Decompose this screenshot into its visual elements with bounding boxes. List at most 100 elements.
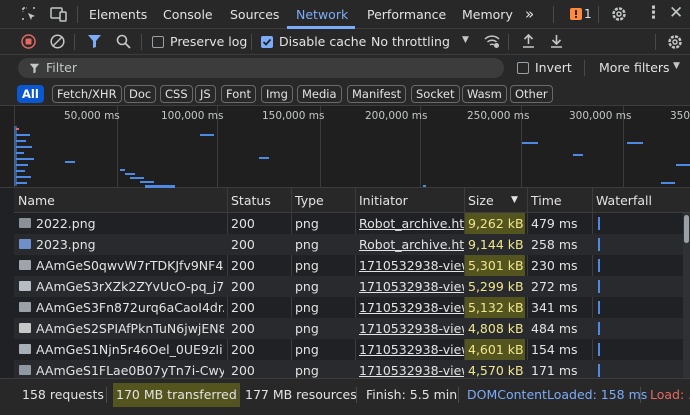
- table-row[interactable]: AAmGeS1Njn5r46Oel_0UE9zIi1... 200 png 17105…: [14, 339, 690, 360]
- request-type: png: [295, 237, 319, 252]
- issues-badge-icon[interactable]: [570, 8, 582, 20]
- throttling-select[interactable]: No throttling: [371, 34, 450, 49]
- type-filter-doc[interactable]: Doc: [124, 85, 157, 103]
- request-name: AAmGeS1Njn5r46Oel_0UE9zIi1...: [36, 342, 224, 357]
- request-name: AAmGeS3Fn872urq6aCaoI4dr...: [36, 300, 224, 315]
- more-tabs-chevron-icon[interactable]: »: [525, 0, 534, 29]
- resources-size: 177 MB resources: [245, 387, 357, 402]
- resource-type-filters: All Fetch/XHR Doc CSS JS Font Img Media …: [0, 82, 690, 106]
- preserve-log-label[interactable]: Preserve log: [170, 34, 247, 49]
- network-overview-timeline[interactable]: 50,000 ms 100,000 ms 150,000 ms 200,000 …: [0, 106, 690, 188]
- device-toolbar-icon[interactable]: [50, 6, 67, 22]
- overview-tick: 200,000 ms: [365, 110, 428, 122]
- tab-console[interactable]: Console: [163, 0, 213, 29]
- settings-gear-icon[interactable]: [611, 6, 627, 22]
- inspect-element-icon[interactable]: [21, 6, 37, 22]
- disable-cache-label[interactable]: Disable cache: [279, 34, 366, 49]
- type-filter-media[interactable]: Media: [297, 85, 342, 103]
- dom-content-loaded-time: DOMContentLoaded: 158 ms: [467, 387, 648, 402]
- request-size: 5,299 kB: [468, 279, 524, 294]
- overview-tick: 350: [670, 110, 690, 122]
- type-filter-fetch-xhr[interactable]: Fetch/XHR: [52, 85, 122, 103]
- request-initiator[interactable]: 1710532938-viewe: [355, 297, 464, 318]
- request-initiator[interactable]: 1710532938-viewe: [355, 318, 464, 339]
- tab-memory[interactable]: Memory: [462, 0, 513, 29]
- table-scrollbar[interactable]: [683, 213, 690, 378]
- column-header-time[interactable]: Time: [527, 188, 591, 213]
- tab-performance[interactable]: Performance: [367, 0, 446, 29]
- more-filters-button[interactable]: More filters: [599, 60, 670, 75]
- type-filter-js[interactable]: JS: [195, 85, 216, 103]
- table-header: Name Status Type Initiator Size ▼ Time W…: [14, 188, 690, 213]
- table-row[interactable]: AAmGeS3rXZk2ZYvUcO-pq_j7F... 200 png 171053…: [14, 276, 690, 297]
- filter-input[interactable]: Filter: [18, 58, 504, 78]
- image-thumbnail-icon: [19, 365, 31, 375]
- network-conditions-wifi-icon[interactable]: [483, 34, 501, 49]
- overview-tick: 100,000 ms: [161, 110, 224, 122]
- devtools-tab-bar: Elements Console Sources Network Perform…: [0, 0, 690, 29]
- request-size: 4,808 kB: [468, 321, 524, 336]
- column-header-initiator[interactable]: Initiator: [355, 188, 464, 213]
- preserve-log-checkbox[interactable]: [152, 36, 164, 48]
- clear-log-icon[interactable]: [50, 34, 65, 49]
- overview-tick: 150,000 ms: [262, 110, 325, 122]
- filter-input-funnel-icon: [29, 63, 40, 74]
- table-row[interactable]: 2022.png 200 png Robot_archive.htm 9,262 kB 4…: [14, 213, 690, 234]
- request-initiator[interactable]: 1710532938-viewe: [355, 276, 464, 297]
- type-filter-all[interactable]: All: [17, 85, 44, 103]
- tab-sources[interactable]: Sources: [230, 0, 279, 29]
- table-row[interactable]: AAmGeS2SPIAfPknTuN6jwjEN8... 200 png 171053…: [14, 318, 690, 339]
- table-row[interactable]: 2023.png 200 png Robot_archive.htm 9,144 kB 2…: [14, 234, 690, 255]
- request-name: AAmGeS2SPIAfPknTuN6jwjEN8...: [36, 321, 224, 336]
- more-filters-dropdown-icon[interactable]: ▼: [673, 61, 680, 71]
- image-thumbnail-icon: [19, 281, 31, 291]
- request-time: 272 ms: [531, 279, 578, 294]
- network-toolbar: Preserve log Disable cache No throttling…: [0, 29, 690, 55]
- throttling-dropdown-arrow-icon[interactable]: ▼: [462, 35, 469, 45]
- request-initiator[interactable]: 1710532938-viewe: [355, 339, 464, 360]
- network-settings-gear-icon[interactable]: [667, 34, 683, 50]
- import-har-upload-icon[interactable]: [521, 33, 536, 49]
- table-row[interactable]: AAmGeS0qwvW7rTDKJfv9NF4Z... 200 png 1710532…: [14, 255, 690, 276]
- column-header-waterfall[interactable]: Waterfall: [592, 188, 690, 213]
- type-filter-css[interactable]: CSS: [160, 85, 193, 103]
- finish-time: Finish: 5.5 min: [366, 387, 458, 402]
- request-time: 154 ms: [531, 342, 578, 357]
- column-header-status[interactable]: Status: [227, 188, 293, 213]
- request-type: png: [295, 321, 319, 336]
- issues-count[interactable]: 1: [584, 0, 592, 29]
- request-size: 5,301 kB: [468, 258, 524, 273]
- filter-funnel-icon[interactable]: [87, 34, 102, 49]
- request-size: 9,262 kB: [468, 216, 524, 231]
- column-header-type[interactable]: Type: [291, 188, 355, 213]
- search-icon[interactable]: [116, 34, 131, 49]
- request-name: 2023.png: [36, 237, 96, 252]
- type-filter-manifest[interactable]: Manifest: [347, 85, 407, 103]
- tab-network[interactable]: Network: [296, 0, 348, 29]
- request-initiator[interactable]: Robot_archive.htm: [355, 234, 464, 255]
- more-options-kebab-icon[interactable]: ⋮: [645, 3, 662, 23]
- disable-cache-checkbox[interactable]: [261, 36, 273, 48]
- request-initiator[interactable]: 1710532938-viewe: [355, 255, 464, 276]
- invert-label[interactable]: Invert: [535, 60, 572, 75]
- type-filter-wasm[interactable]: Wasm: [462, 85, 507, 103]
- request-size: 5,132 kB: [468, 300, 524, 315]
- waterfall-bar: [598, 301, 600, 314]
- table-row[interactable]: AAmGeS3Fn872urq6aCaoI4dr... 200 png 1710532…: [14, 297, 690, 318]
- type-filter-font[interactable]: Font: [221, 85, 257, 103]
- export-har-download-icon[interactable]: [549, 33, 564, 49]
- request-status: 200: [231, 279, 255, 294]
- close-devtools-icon[interactable]: ✕: [669, 3, 683, 23]
- request-initiator[interactable]: Robot_archive.htm: [355, 213, 464, 234]
- column-header-name[interactable]: Name: [14, 188, 227, 213]
- tab-elements[interactable]: Elements: [89, 0, 147, 29]
- type-filter-socket[interactable]: Socket: [411, 85, 460, 103]
- scrollbar-thumb[interactable]: [684, 215, 689, 243]
- request-status: 200: [231, 216, 255, 231]
- image-thumbnail-icon: [19, 239, 31, 249]
- type-filter-other[interactable]: Other: [510, 85, 553, 103]
- type-filter-img[interactable]: Img: [261, 85, 293, 103]
- stop-recording-icon[interactable]: [21, 34, 36, 49]
- image-thumbnail-icon: [19, 302, 31, 312]
- invert-checkbox[interactable]: [517, 62, 529, 74]
